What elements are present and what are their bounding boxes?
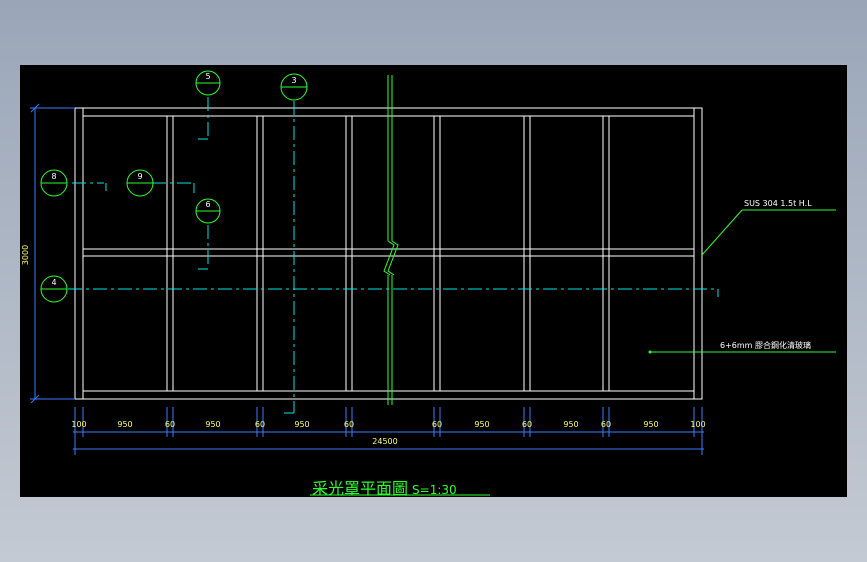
material-note-sus: SUS 304 1.5t H.L (744, 199, 812, 208)
callout-6[interactable]: 6 (195, 198, 221, 224)
material-note-glass: 6+6mm 膠合鋼化清玻璃 (720, 340, 811, 350)
callout-label: 3 (291, 76, 296, 85)
callout-5[interactable]: 5 (195, 70, 221, 96)
dim-label: 100 (71, 420, 86, 429)
section-ticks (105, 138, 719, 414)
dim-label: 950 (205, 420, 220, 429)
dim-label: 60 (255, 420, 265, 429)
callout-label: 8 (51, 172, 56, 181)
dim-label: 950 (117, 420, 132, 429)
cad-viewport[interactable]: 5 3 8 9 6 4 3000 100 950 60 950 60 950 6… (20, 65, 847, 499)
break-line (383, 75, 399, 405)
callout-label: 5 (205, 72, 210, 81)
callout-9[interactable]: 9 (126, 169, 154, 197)
center-lines (68, 97, 718, 413)
dim-label: 60 (344, 420, 354, 429)
dim-label: 950 (474, 420, 489, 429)
callout-8[interactable]: 8 (40, 169, 68, 197)
dim-label: 60 (601, 420, 611, 429)
callout-label: 4 (51, 278, 56, 287)
drawing-title-text: 采光罩平面圖 (312, 479, 409, 498)
dim-label: 60 (522, 420, 532, 429)
drawing-scale: S=1:30 (412, 483, 457, 497)
dim-label: 950 (643, 420, 658, 429)
leader-sus-note (701, 209, 836, 256)
dim-label: 950 (563, 420, 578, 429)
dim-label: 60 (165, 420, 175, 429)
callout-3[interactable]: 3 (280, 73, 308, 101)
leader-dot (648, 350, 652, 354)
callout-label: 6 (205, 200, 210, 209)
callout-4[interactable]: 4 (40, 275, 68, 303)
dim-label: 100 (690, 420, 705, 429)
dimension-overall-width: 24500 (372, 437, 397, 446)
dimension-vertical (30, 103, 75, 404)
dimension-horizontal (73, 407, 704, 455)
drawing-title: 采光罩平面圖 S=1:30 (312, 475, 457, 499)
plan-drawing: 5 3 8 9 6 4 3000 100 950 60 950 60 950 6… (21, 70, 836, 496)
dim-label: 950 (294, 420, 309, 429)
dimension-overall-height: 3000 (21, 245, 30, 265)
dim-label: 60 (432, 420, 442, 429)
callout-label: 9 (137, 172, 142, 181)
